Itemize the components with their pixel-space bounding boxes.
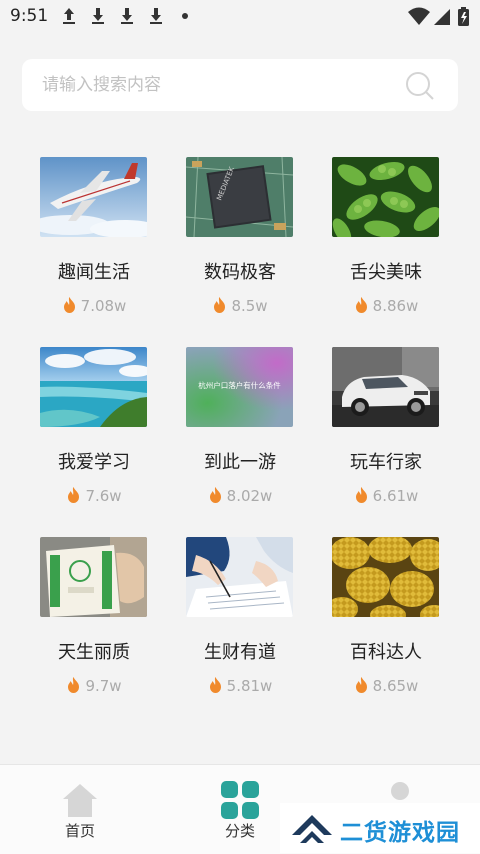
category-card[interactable]: 玩车行家 6.61w [313, 347, 459, 537]
mediatek-chip-image: MEDIATEK [186, 157, 293, 237]
banner-caption: 杭州户口落户有什么条件 [198, 380, 281, 390]
gradient-banner-image: 杭州户口落户有什么条件 [186, 347, 293, 427]
heat-value: 7.08w [80, 297, 127, 315]
download-icon [150, 8, 162, 24]
status-bar: 9:51 [0, 0, 480, 34]
category-thumbnail[interactable]: MEDIATEK [186, 157, 293, 237]
heat-value: 8.86w [372, 297, 419, 315]
durian-image [332, 537, 439, 617]
status-time: 9:51 [10, 6, 49, 26]
signal-icon [434, 9, 450, 25]
grid-icon[interactable] [221, 781, 259, 819]
category-thumbnail[interactable] [40, 537, 147, 617]
category-card[interactable]: 我爱学习 7.6w [21, 347, 167, 537]
category-heat: 8.5w [167, 296, 313, 315]
download-icon [63, 8, 75, 24]
milk-carton-image [40, 537, 147, 617]
category-title: 我爱学习 [58, 452, 130, 473]
watermark-logo-icon [292, 815, 332, 843]
heat-value: 8.65w [372, 677, 419, 695]
category-title: 生财有道 [204, 642, 276, 663]
flame-icon [214, 297, 226, 313]
category-title: 百科达人 [350, 642, 422, 663]
category-heat: 8.02w [167, 486, 313, 505]
flame-icon [68, 487, 80, 503]
airplane-image [40, 157, 147, 237]
heat-value: 8.5w [231, 297, 268, 315]
category-title: 天生丽质 [58, 642, 130, 663]
heat-value: 8.02w [226, 487, 273, 505]
category-card[interactable]: 趣闻生活 7.08w [21, 157, 167, 347]
category-thumbnail[interactable] [332, 347, 439, 427]
search-input[interactable] [42, 72, 382, 98]
wifi-icon [408, 7, 430, 25]
category-heat: 8.65w [313, 676, 459, 695]
category-title: 数码极客 [204, 262, 276, 283]
category-thumbnail[interactable] [186, 537, 293, 617]
watermark-text: 二货游戏园 [340, 820, 460, 846]
home-icon[interactable] [61, 781, 99, 819]
category-thumbnail[interactable] [332, 157, 439, 237]
nav-item-category[interactable]: 分类 [195, 765, 285, 854]
category-card[interactable]: 生财有道 5.81w [167, 537, 313, 727]
signing-document-image [186, 537, 293, 617]
nav-label-category: 分类 [224, 822, 255, 840]
category-heat: 9.7w [21, 676, 167, 695]
category-title: 玩车行家 [350, 452, 422, 473]
status-icons [408, 7, 469, 26]
flame-icon [209, 487, 221, 503]
category-heat: 7.08w [21, 296, 167, 315]
heat-value: 5.81w [226, 677, 273, 695]
category-card[interactable]: 杭州户口落户有什么条件 到此一游 8.02w [167, 347, 313, 537]
heat-value: 7.6w [85, 487, 122, 505]
category-thumbnail[interactable]: 杭州户口落户有什么条件 [186, 347, 293, 427]
notification-dot-icon [182, 13, 188, 19]
category-thumbnail[interactable] [40, 347, 147, 427]
white-car-image [332, 347, 439, 427]
flame-icon [355, 487, 367, 503]
flame-icon [355, 297, 367, 313]
flame-icon [209, 677, 221, 693]
watermark: 二货游戏园 [280, 803, 480, 853]
download-icon [121, 8, 133, 24]
flame-icon [63, 297, 75, 313]
battery-icon [458, 7, 469, 26]
category-card[interactable]: 舌尖美味 8.86w [313, 157, 459, 347]
download-icon [92, 8, 104, 24]
category-heat: 7.6w [21, 486, 167, 505]
nav-label-home: 首页 [64, 822, 95, 840]
category-heat: 5.81w [167, 676, 313, 695]
category-thumbnail[interactable] [332, 537, 439, 617]
edamame-image [332, 157, 439, 237]
beach-island-image [40, 347, 147, 427]
category-card[interactable]: 百科达人 8.65w [313, 537, 459, 727]
search-icon[interactable] [404, 70, 436, 102]
category-card[interactable]: MEDIATEK 数码极客 8.5w [167, 157, 313, 347]
nav-item-home[interactable]: 首页 [35, 765, 125, 854]
heat-value: 9.7w [85, 677, 122, 695]
category-heat: 6.61w [313, 486, 459, 505]
category-heat: 8.86w [313, 296, 459, 315]
heat-value: 6.61w [372, 487, 419, 505]
category-grid: 趣闻生活 7.08w MEDIATEK 数码极客 8.5w 舌尖美味 8.86w… [21, 157, 459, 727]
category-title: 趣闻生活 [58, 262, 130, 283]
category-thumbnail[interactable] [40, 157, 147, 237]
category-title: 舌尖美味 [350, 262, 422, 283]
flame-icon [68, 677, 80, 693]
category-card[interactable]: 天生丽质 9.7w [21, 537, 167, 727]
flame-icon [355, 677, 367, 693]
search-bar[interactable] [22, 59, 458, 111]
category-title: 到此一游 [204, 452, 276, 473]
